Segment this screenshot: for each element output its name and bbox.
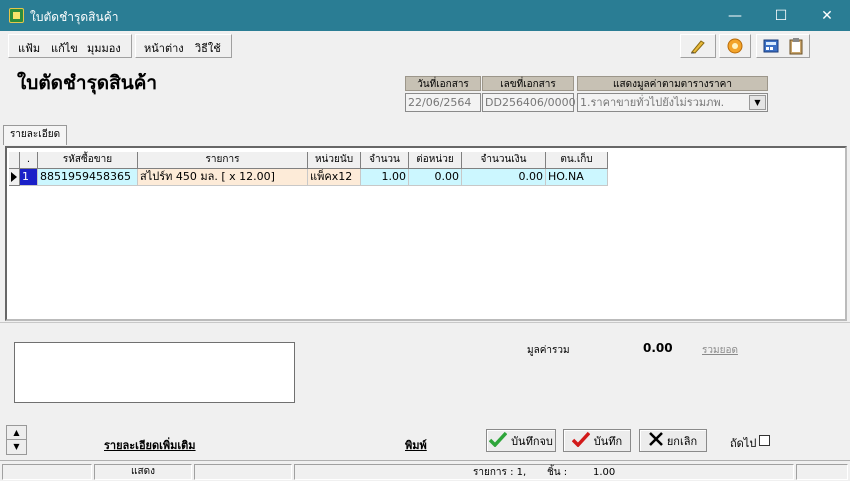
scroll-spinner[interactable]: ▲ ▼ bbox=[6, 425, 27, 455]
arrow-down-icon[interactable]: ▼ bbox=[7, 440, 26, 454]
doc-number-label: เลขที่เอกสาร bbox=[482, 76, 574, 91]
items-grid: . รหัสซื้อขาย รายการ หน่วยนับ จำนวน ต่อห… bbox=[5, 146, 847, 321]
pen-tool-icon[interactable] bbox=[687, 35, 709, 57]
price-table-select[interactable]: 1.ราคาขายทั่วไปยังไม่รวมภพ. ▼ bbox=[577, 93, 768, 112]
menu-help[interactable]: วิธีใช้ bbox=[195, 39, 221, 57]
grid-header-location: ตน.เก็บ bbox=[546, 152, 608, 169]
doc-number-field[interactable]: DD256406/00001 bbox=[482, 93, 583, 112]
table-cell-unit[interactable]: แพ็คx12 bbox=[308, 169, 361, 186]
table-cell-amount[interactable]: 0.00 bbox=[462, 169, 546, 186]
grid-header-item: รายการ bbox=[138, 152, 308, 169]
print-link[interactable]: พิมพ์ bbox=[405, 436, 427, 454]
clipboard-icon[interactable] bbox=[785, 35, 807, 57]
status-panel-3 bbox=[194, 464, 292, 480]
menu-file[interactable]: แฟ้ม bbox=[18, 39, 40, 57]
next-label: ถัดไป bbox=[730, 437, 757, 450]
menu-bar: แฟ้ม แก้ไข มุมมอง หน้าต่าง วิธีใช้ bbox=[0, 31, 850, 61]
status-pieces-label: ชิ้น : bbox=[547, 467, 568, 478]
cancel-button[interactable]: ยกเลิก bbox=[639, 429, 707, 452]
table-cell-qty[interactable]: 1.00 bbox=[361, 169, 409, 186]
table-cell-per-unit[interactable]: 0.00 bbox=[409, 169, 462, 186]
grid-header-per-unit: ต่อหน่วย bbox=[409, 152, 462, 169]
save-button[interactable]: บันทึก bbox=[563, 429, 631, 452]
save-close-button[interactable]: บันทึกจบ bbox=[486, 429, 556, 452]
notes-textarea[interactable] bbox=[14, 342, 295, 403]
price-table-label: แสดงมูลค่าตามตารางราคา bbox=[577, 76, 768, 91]
cancel-label: ยกเลิก bbox=[666, 434, 698, 448]
table-cell-code[interactable]: 8851959458365 bbox=[38, 169, 138, 186]
recalc-link[interactable]: รวมยอด bbox=[702, 343, 738, 358]
tab-details[interactable]: รายละเอียด bbox=[3, 125, 67, 145]
menu-window[interactable]: หน้าต่าง bbox=[144, 39, 184, 57]
doc-date-field[interactable]: 22/06/2564 bbox=[405, 93, 481, 112]
table-row-index[interactable]: 1 bbox=[20, 169, 38, 186]
save-close-label: บันทึกจบ bbox=[511, 434, 553, 448]
form-title: ใบตัดชำรุดสินค้า bbox=[17, 72, 158, 94]
more-detail-link[interactable]: รายละเอียดเพิ่มเติม bbox=[104, 436, 196, 454]
save-label: บันทึก bbox=[593, 434, 623, 448]
status-pieces-value: 1.00 bbox=[593, 467, 616, 478]
arrow-up-icon[interactable]: ▲ bbox=[7, 426, 26, 440]
price-table-value: 1.ราคาขายทั่วไปยังไม่รวมภพ. bbox=[580, 96, 725, 109]
window-title: ใบตัดชำรุดสินค้า bbox=[30, 10, 119, 24]
status-mode: แสดง bbox=[94, 464, 192, 480]
refresh-icon[interactable] bbox=[724, 35, 746, 57]
grid-header-index: . bbox=[20, 152, 38, 169]
menu-view[interactable]: มุมมอง bbox=[87, 39, 121, 57]
maximize-button[interactable]: ☐ bbox=[758, 0, 804, 31]
menu-edit[interactable]: แก้ไข bbox=[51, 39, 78, 57]
minimize-button[interactable]: — bbox=[712, 0, 758, 31]
check-icon bbox=[488, 431, 508, 450]
table-cell-item[interactable]: สไปร์ท 450 มล. [ x 12.00] bbox=[138, 169, 308, 186]
grid-header-amount: จำนวนเงิน bbox=[462, 152, 546, 169]
status-panel-5 bbox=[796, 464, 848, 480]
total-label: มูลค่ารวม bbox=[527, 345, 570, 356]
status-panel-1 bbox=[2, 464, 92, 480]
app-icon bbox=[9, 8, 24, 23]
grid-header-code: รหัสซื้อขาย bbox=[38, 152, 138, 169]
close-button[interactable]: ✕ bbox=[804, 0, 850, 31]
doc-date-label: วันที่เอกสาร bbox=[405, 76, 481, 91]
status-summary: รายการ : 1, ชิ้น : 1.00 bbox=[294, 464, 794, 480]
current-row-arrow-icon bbox=[9, 169, 20, 186]
grid-header-qty: จำนวน bbox=[361, 152, 409, 169]
calculator-icon[interactable] bbox=[760, 35, 782, 57]
title-bar: ใบตัดชำรุดสินค้า — ☐ ✕ bbox=[0, 0, 850, 31]
check-icon bbox=[571, 431, 591, 450]
close-icon bbox=[648, 432, 663, 449]
grid-header-unit: หน่วยนับ bbox=[308, 152, 361, 169]
grid-row-indicator-header bbox=[9, 152, 20, 169]
chevron-down-icon[interactable]: ▼ bbox=[749, 95, 766, 110]
status-bar: แสดง รายการ : 1, ชิ้น : 1.00 bbox=[0, 460, 850, 481]
total-value: 0.00 bbox=[643, 341, 673, 355]
table-cell-location[interactable]: HO.NA bbox=[546, 169, 608, 186]
next-checkbox[interactable] bbox=[759, 435, 770, 446]
status-items: รายการ : 1, bbox=[473, 467, 527, 478]
